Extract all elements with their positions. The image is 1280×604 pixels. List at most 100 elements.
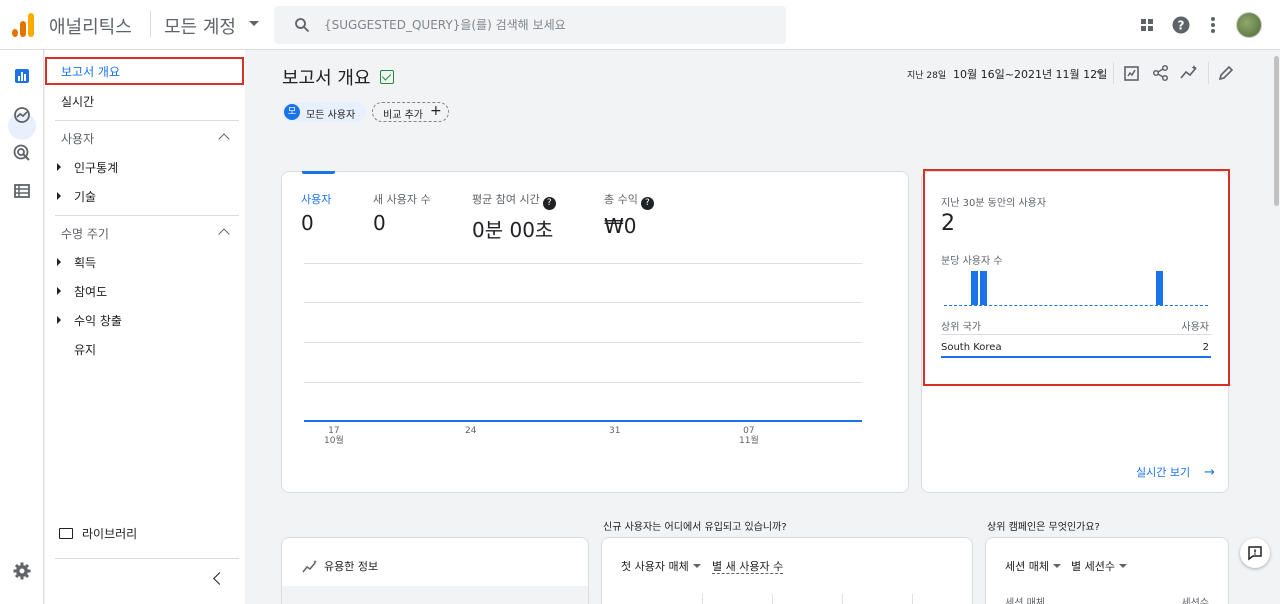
chat-icon: [1248, 546, 1262, 561]
gridline: [702, 594, 703, 604]
date-preset-label: 지난 28일: [907, 71, 947, 81]
sidebar-section-lifecycle[interactable]: 수명 주기: [61, 225, 109, 242]
metric-users[interactable]: 사용자 0: [301, 191, 331, 235]
insights-card: 유용한 정보: [281, 537, 589, 604]
sidebar-item-label: 실시간: [61, 95, 95, 109]
date-range-picker[interactable]: 10월 16일~2021년 11월 12일: [953, 66, 1107, 82]
help-icon[interactable]: ?: [542, 197, 556, 210]
chevron-down-icon[interactable]: [1096, 71, 1104, 75]
realtime-card: 지난 30분 동안의 사용자 2 분당 사용자 수 상위 국가 사용자 Sout…: [921, 171, 1229, 493]
customize-report-icon[interactable]: [1122, 63, 1142, 83]
metric-label: 평균 참여 시간: [472, 193, 540, 206]
chevron-down-icon: [1118, 564, 1127, 568]
user-acquisition-card: 첫 사용자 매체 별 새 사용자 수: [601, 537, 973, 604]
feedback-button[interactable]: [1240, 538, 1270, 568]
gridline: [304, 302, 862, 303]
metric-value: 0분 00초: [472, 218, 554, 242]
admin-gear-icon[interactable]: [12, 561, 32, 581]
metric-new-users[interactable]: 새 사용자 수 0: [373, 191, 431, 235]
sidebar-item-realtime[interactable]: 실시간: [45, 87, 243, 113]
metric-value: 0: [373, 211, 386, 235]
segment-chip-all-users[interactable]: 모 모든 사용자: [282, 102, 366, 122]
svg-text:?: ?: [1178, 19, 1185, 33]
top-app-bar: 애널리틱스 모든 계정 ?: [0, 0, 1280, 50]
chevron-up-icon[interactable]: [218, 133, 230, 145]
per-minute-bar-chart: [944, 268, 1208, 306]
reports-icon[interactable]: [12, 66, 32, 86]
chevron-down-icon: [692, 564, 701, 568]
sidebar-item-demographics[interactable]: 인구통계: [45, 153, 243, 179]
x-tick-label: 31: [609, 426, 621, 436]
dimension-dropdown[interactable]: 세션 매체: [1005, 558, 1061, 574]
app-title: 애널리틱스: [49, 17, 132, 38]
table-header: 사용자: [1181, 322, 1209, 333]
gridline: [304, 342, 862, 343]
view-realtime-link[interactable]: 실시간 보기: [1136, 464, 1190, 480]
analytics-logo[interactable]: [12, 13, 34, 37]
gridline: [772, 594, 773, 604]
segment-label: 모든 사용자: [306, 110, 356, 121]
row-bar: [941, 356, 1211, 358]
side-nav: 보고서 개요 실시간 사용자 인구통계 기술 수명 주기 획득 참여도 수익 창…: [45, 50, 245, 604]
folder-icon[interactable]: [59, 528, 73, 539]
sidebar-section-user[interactable]: 사용자: [61, 130, 94, 147]
chevron-up-icon[interactable]: [218, 228, 230, 240]
realtime-value: 2: [941, 211, 955, 236]
metric-label: 새 사용자 수: [373, 193, 431, 206]
apps-grid-icon[interactable]: [1137, 15, 1157, 35]
more-vert-icon[interactable]: [1203, 15, 1223, 35]
per-minute-bar: [1156, 271, 1163, 305]
dimension-dropdown[interactable]: 첫 사용자 매체: [621, 558, 701, 574]
account-selector[interactable]: 모든 계정: [164, 13, 236, 39]
metric-value: 0: [301, 211, 314, 235]
sidebar-item-label: 인구통계: [74, 161, 119, 175]
configure-icon[interactable]: [12, 181, 32, 201]
per-minute-bar: [980, 271, 987, 305]
arrow-right-icon[interactable]: →: [1204, 465, 1215, 480]
metric-avg-engagement[interactable]: 평균 참여 시간? 0분 00초: [472, 191, 556, 243]
sidebar-item-label: 수익 창출: [74, 314, 122, 328]
help-icon[interactable]: ?: [1171, 15, 1191, 35]
search-input[interactable]: [324, 14, 764, 36]
insights-icon[interactable]: [1179, 63, 1199, 83]
divider: [1113, 62, 1114, 84]
edit-pencil-icon[interactable]: [1216, 63, 1236, 83]
chevron-down-icon[interactable]: [249, 21, 259, 26]
metric-total-revenue[interactable]: 총 수익? ₩0: [604, 191, 654, 238]
plus-icon: +: [430, 103, 442, 119]
divider: [55, 215, 239, 216]
search-icon: [295, 18, 310, 33]
metric-value: ₩0: [604, 214, 637, 238]
sidebar-item-monetization[interactable]: 수익 창출: [45, 306, 243, 332]
sidebar-item-tech[interactable]: 기술: [45, 182, 243, 208]
sidebar-item-library[interactable]: 라이브러리: [82, 525, 137, 542]
divider: [941, 334, 1211, 335]
sidebar-item-reports-snapshot[interactable]: 보고서 개요: [45, 57, 243, 83]
avatar[interactable]: [1236, 12, 1262, 38]
add-comparison-label: 비교 추가: [383, 110, 423, 121]
metric-dropdown[interactable]: 별 새 사용자 수: [712, 558, 784, 574]
sidebar-item-label: 기술: [74, 190, 97, 204]
help-icon[interactable]: ?: [640, 197, 654, 210]
table-row-country[interactable]: South Korea: [941, 342, 1002, 353]
share-icon[interactable]: [1151, 63, 1171, 83]
metric-label: 총 수익: [604, 193, 638, 206]
x-tick-label: 17 10월: [324, 426, 344, 446]
insights-icon: [302, 560, 317, 573]
insights-title: 유용한 정보: [324, 560, 379, 573]
add-comparison-button[interactable]: 비교 추가 +: [372, 102, 449, 122]
explore-icon[interactable]: [12, 105, 32, 125]
metric-dropdown[interactable]: 별 세션수: [1071, 558, 1127, 574]
advertising-icon[interactable]: [12, 143, 32, 163]
sidebar-item-retention[interactable]: 유지: [45, 335, 243, 361]
search-box[interactable]: [274, 6, 786, 44]
realtime-label: 지난 30분 동안의 사용자: [941, 198, 1047, 209]
sidebar-item-engagement[interactable]: 참여도: [45, 277, 243, 303]
collapse-nav-icon[interactable]: [213, 572, 226, 585]
gridline: [304, 382, 862, 383]
scrollbar-thumb[interactable]: [1274, 56, 1279, 206]
page-title: 보고서 개요: [282, 68, 371, 89]
column-header: 세션수: [1181, 598, 1209, 604]
sidebar-item-acquisition[interactable]: 획득: [45, 248, 243, 274]
active-tab-indicator: [302, 171, 335, 174]
